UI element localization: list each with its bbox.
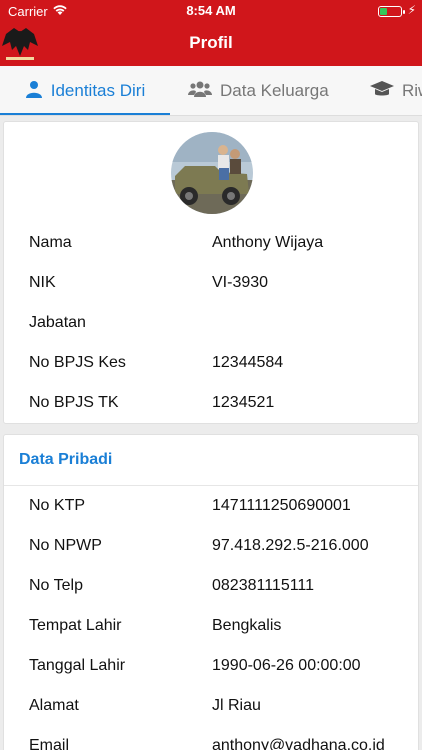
field-value: 082381115111: [212, 577, 315, 594]
tab-bar: Identitas Diri Data Keluarga Riw: [0, 66, 422, 116]
field-label: Alamat: [29, 697, 79, 714]
info-row: Jabatan: [29, 312, 408, 336]
battery-level: [380, 8, 387, 15]
field-value: 1471111250690001: [212, 497, 351, 514]
personal-data-card: Data Pribadi No KTP 1471111250690001 No NP…: [3, 434, 419, 750]
field-label: Tanggal Lahir: [29, 657, 126, 674]
field-value: Anthony Wijaya: [212, 234, 324, 251]
people-icon: [188, 80, 212, 103]
section-header: Data Pribadi: [4, 435, 418, 486]
info-row: NIK VI-3930: [29, 272, 408, 296]
field-label: No Telp: [29, 577, 83, 594]
info-row: No NPWP 97.418.292.5-216.000: [29, 535, 408, 559]
field-value: 12344584: [212, 354, 284, 371]
field-value: VI-3930: [212, 274, 269, 291]
field-label: Email: [29, 737, 70, 750]
field-label: No BPJS Kes: [29, 354, 126, 371]
info-row: Tempat Lahir Bengkalis: [29, 615, 408, 639]
info-row: No KTP 1471111250690001: [29, 495, 408, 519]
identity-card: Nama Anthony Wijaya NIK VI-3930 Jabatan No BP…: [3, 121, 419, 424]
field-value: Bengkalis: [212, 617, 282, 634]
field-label: No BPJS TK: [29, 394, 119, 411]
tab-data-keluarga[interactable]: Data Keluarga: [188, 66, 329, 115]
field-label: Jabatan: [29, 314, 86, 331]
tab-riwayat[interactable]: Riw: [370, 66, 422, 115]
info-row: Tanggal Lahir 1990-06-26 00:00:00: [29, 655, 408, 679]
navigation-bar: Profil: [0, 22, 422, 66]
field-value: anthony@vadhana.co.id: [212, 737, 385, 750]
tab-label: Data Keluarga: [220, 81, 329, 100]
field-value: 1990-06-26 00:00:00: [212, 657, 361, 674]
field-label: No NPWP: [29, 537, 102, 554]
tab-label: Riw: [402, 81, 422, 100]
field-label: NIK: [29, 274, 56, 291]
active-tab-indicator: [0, 113, 170, 115]
clock: 8:54 AM: [186, 3, 236, 18]
page-title: Profil: [189, 33, 233, 52]
tab-identitas-diri[interactable]: Identitas Diri: [0, 66, 170, 115]
field-value: 1234521: [212, 394, 275, 411]
tab-label: Identitas Diri: [50, 81, 146, 100]
section-title: Data Pribadi: [19, 451, 113, 468]
field-value: 97.418.292.5-216.000: [212, 537, 369, 554]
charging-bolt-icon: ⚡: [407, 3, 416, 17]
info-row: No BPJS Kes 12344584: [29, 352, 408, 376]
field-label: No KTP: [29, 497, 86, 514]
status-bar: Carrier 8:54 AM ⚡: [0, 0, 422, 22]
info-row: Email anthony@vadhana.co.id: [29, 735, 408, 750]
field-label: Nama: [29, 234, 72, 251]
field-value: Jl Riau: [212, 697, 261, 714]
graduation-cap-icon: [370, 80, 394, 103]
info-row: No BPJS TK 1234521: [29, 392, 408, 416]
person-icon: [25, 80, 43, 103]
info-row: No Telp 082381115111: [29, 575, 408, 599]
battery-icon: [378, 6, 405, 17]
info-row: Alamat Jl Riau: [29, 695, 408, 719]
avatar[interactable]: [171, 132, 253, 214]
info-row: Nama Anthony Wijaya: [29, 232, 408, 256]
field-label: Tempat Lahir: [29, 617, 122, 634]
